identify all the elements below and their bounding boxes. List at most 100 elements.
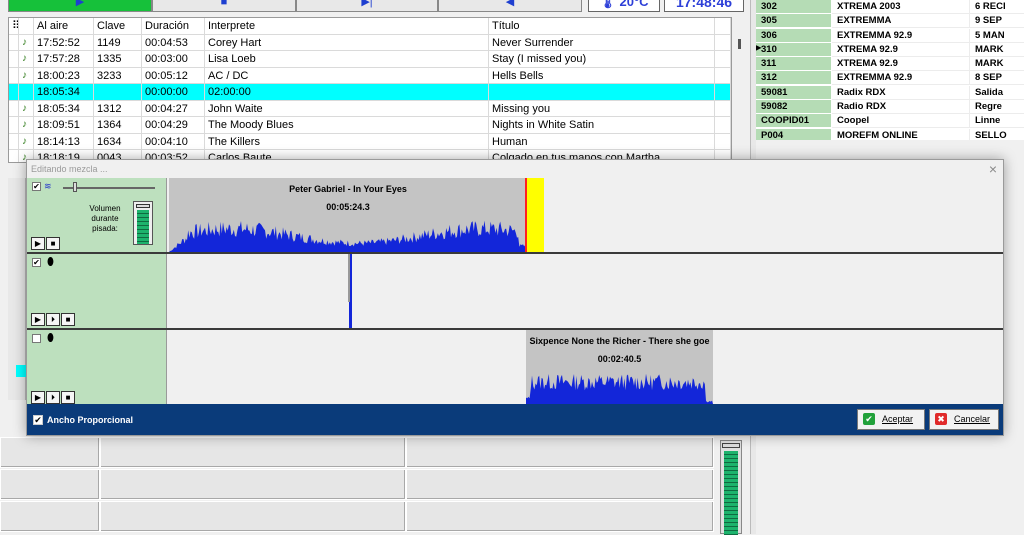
playlist-header: ⠿ Al aire Clave Duración Interprete Títu…	[9, 18, 731, 35]
waveform	[169, 220, 529, 252]
table-row[interactable]: 18:05:34 00:00:00 02:00:00	[9, 84, 731, 101]
transport-bar: ▶ ■ ▶| ◀ 🌡 20°C 17:48:46	[0, 0, 750, 13]
column-al-aire[interactable]: Al aire	[34, 18, 94, 34]
cell-extra	[715, 84, 731, 100]
station-code: 310	[756, 42, 832, 57]
ancho-proporcional-label[interactable]: Ancho Proporcional	[47, 415, 133, 425]
cart-cell[interactable]	[0, 501, 100, 532]
music-note-icon: ♪	[19, 34, 34, 51]
table-row[interactable]: ♪ 18:14:13 1634 00:04:10 The Killers Human	[9, 133, 731, 150]
slider-knob[interactable]	[73, 182, 77, 192]
cell-clave: 1364	[94, 117, 142, 133]
play-from-icon[interactable]: ⏵	[46, 313, 60, 326]
position-marker[interactable]	[348, 254, 352, 328]
track-3-buttons: ▶ ⏵ ■	[31, 391, 75, 404]
cart-cell[interactable]	[406, 501, 714, 532]
station-row[interactable]: 306 EXTREMMA 92.9 5 MAN	[756, 28, 1024, 43]
play-icon[interactable]: ▶	[31, 313, 45, 326]
clip-peter-gabriel[interactable]: Peter Gabriel - In Your Eyes 00:05:24.3	[169, 178, 544, 252]
cell-clave: 3233	[94, 67, 142, 84]
cell-interprete: Lisa Loeb	[205, 51, 489, 67]
clock-display: 17:48:46	[664, 0, 744, 12]
ancho-proporcional-checkbox[interactable]: ✔	[33, 415, 43, 425]
clip-sixpence[interactable]: Sixpence None the Richer - There she goe…	[526, 330, 713, 404]
music-note-icon: ♪	[19, 67, 34, 84]
close-icon[interactable]: ×	[989, 161, 997, 177]
table-row[interactable]: ♪ 17:52:52 1149 00:04:53 Corey Hart Never Sur…	[9, 34, 731, 51]
cell-titulo: Human	[489, 133, 715, 150]
play-button[interactable]: ▶	[8, 0, 152, 12]
cell-titulo: Never Surrender	[489, 34, 715, 51]
stop-icon[interactable]: ■	[61, 391, 75, 404]
cell-titulo	[489, 84, 715, 100]
cart-cell[interactable]	[100, 469, 406, 500]
station-name: XTREMA 92.9	[832, 57, 970, 72]
play-icon[interactable]: ▶	[31, 237, 45, 250]
table-row[interactable]: ♪ 18:09:51 1364 00:04:29 The Moody Blues Nigh…	[9, 117, 731, 134]
cancel-button[interactable]: ✖ Cancelar	[929, 409, 999, 430]
playlist-grid[interactable]: ⠿ Al aire Clave Duración Interprete Títu…	[8, 17, 732, 163]
track-1-checkbox[interactable]: ✔	[32, 182, 41, 191]
stop-icon[interactable]: ■	[61, 313, 75, 326]
station-row[interactable]: 302 XTREMA 2003 6 RECI	[756, 0, 1024, 14]
waveform-shape	[526, 373, 713, 404]
vu-fader-cap[interactable]	[722, 443, 740, 448]
station-description: Regre	[970, 100, 1024, 115]
clip-duration: 00:02:40.5	[597, 354, 642, 364]
station-description: MARK	[970, 57, 1024, 72]
scroll-thumb[interactable]	[738, 39, 741, 49]
track-3-checkbox[interactable]	[32, 334, 41, 343]
cart-cell[interactable]	[0, 437, 100, 468]
playlist-scrollbar[interactable]	[736, 17, 748, 163]
column-titulo[interactable]: Título	[489, 18, 715, 34]
cart-cell[interactable]	[100, 437, 406, 468]
table-row[interactable]: ♪ 17:57:28 1335 00:03:00 Lisa Loeb Stay (I mi…	[9, 51, 731, 68]
track-2-timeline[interactable]	[167, 254, 1003, 328]
cell-interprete: The Moody Blues	[205, 117, 489, 133]
station-row[interactable]: 310 XTREMA 92.9 MARK ▶	[756, 42, 1024, 57]
cart-cell[interactable]	[406, 437, 714, 468]
temperature-display: 🌡 20°C	[588, 0, 660, 12]
row-marker	[9, 67, 19, 84]
vu-fader-cap[interactable]	[136, 204, 150, 208]
station-row[interactable]: 305 EXTREMMA 9 SEP	[756, 14, 1024, 29]
row-marker	[9, 100, 19, 117]
station-description: 8 SEP	[970, 71, 1024, 86]
track-2-checkbox[interactable]: ✔	[32, 258, 41, 267]
column-duracion[interactable]: Duración	[142, 18, 205, 34]
previous-button[interactable]: ◀	[438, 0, 582, 12]
next-button[interactable]: ▶|	[296, 0, 438, 12]
cart-cell[interactable]	[406, 469, 714, 500]
station-name: EXTREMMA	[832, 14, 970, 29]
cart-cell[interactable]	[0, 469, 100, 500]
station-row[interactable]: 312 EXTREMMA 92.9 8 SEP	[756, 71, 1024, 86]
column-clave[interactable]: Clave	[94, 18, 142, 34]
music-note-icon	[19, 84, 34, 100]
station-row[interactable]: 59081 Radix RDX Salida	[756, 85, 1024, 100]
station-row[interactable]: 311 XTREMA 92.9 MARK	[756, 57, 1024, 72]
table-row[interactable]: ♪ 18:05:34 1312 00:04:27 John Waite Missing y…	[9, 100, 731, 117]
volume-slider[interactable]	[63, 182, 155, 192]
cell-interprete: 02:00:00	[205, 84, 489, 100]
cart-grid	[0, 437, 715, 534]
track-1-timeline[interactable]: Peter Gabriel - In Your Eyes 00:05:24.3	[167, 178, 1003, 252]
cell-duracion: 00:03:00	[142, 51, 205, 67]
station-row[interactable]: 59082 Radio RDX Regre	[756, 100, 1024, 115]
column-selector[interactable]: ⠿	[9, 18, 19, 34]
station-row[interactable]: COOPID01 Coopel Linne	[756, 114, 1024, 129]
table-row[interactable]: ♪ 18:00:23 3233 00:05:12 AC / DC Hells Bells	[9, 67, 731, 84]
accept-button[interactable]: ✔ Aceptar	[857, 409, 925, 430]
stop-button[interactable]: ■	[152, 0, 296, 12]
cart-cell[interactable]	[100, 501, 406, 532]
play-icon[interactable]: ▶	[31, 391, 45, 404]
column-interprete[interactable]: Interprete	[205, 18, 489, 34]
play-from-icon[interactable]: ⏵	[46, 391, 60, 404]
track-3-controls: ⬮ ▶ ⏵ ■	[27, 330, 167, 406]
column-icon	[19, 18, 34, 34]
station-list[interactable]: 302 XTREMA 2003 6 RECI 305 EXTREMMA 9 SEP 306 E…	[756, 0, 1024, 140]
stop-icon[interactable]: ■	[46, 237, 60, 250]
station-row[interactable]: P004 MOREFM ONLINE SELLO	[756, 128, 1024, 140]
station-name: Coopel	[832, 114, 970, 129]
track-1: ✔ ≋ Volumen durante pisada: ▶ ■ Peter Ga…	[27, 178, 1003, 254]
track-3-timeline[interactable]: Sixpence None the Richer - There she goe…	[167, 330, 1003, 406]
